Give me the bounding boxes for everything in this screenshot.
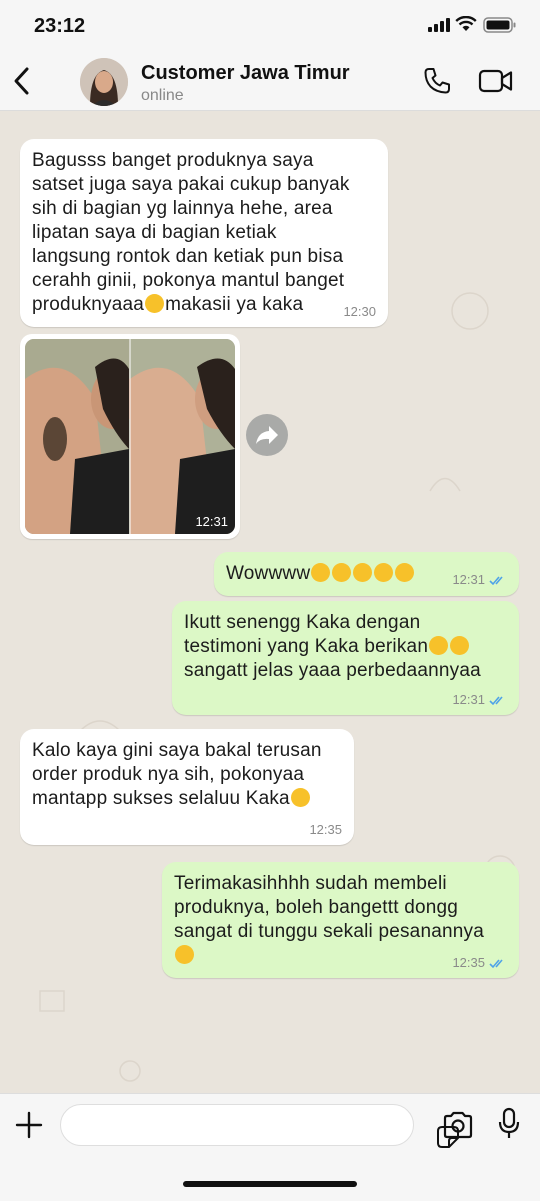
message-line: produknyaaa makasii ya kaka — [32, 293, 350, 317]
status-bar: 23:12 — [0, 0, 540, 52]
heart-eyes-emoji-icon — [429, 636, 449, 655]
message-bubble-incoming[interactable]: Kalo kaya gini saya bakal terusan order … — [20, 729, 354, 845]
signal-icon — [428, 18, 450, 32]
smiling-hearts-emoji-icon — [374, 563, 394, 582]
message-time: 12:31 — [452, 572, 485, 587]
message-input[interactable] — [60, 1104, 459, 1148]
contact-name[interactable]: Customer Jawa Timur — [141, 62, 350, 85]
wifi-icon — [455, 16, 477, 31]
message-line — [174, 944, 484, 968]
message-time: 12:30 — [343, 304, 376, 319]
image-time: 12:31 — [195, 514, 228, 529]
heart-eyes-emoji-icon — [290, 788, 310, 807]
chat-area[interactable]: Bagusss banget produknya saya satset jug… — [0, 111, 540, 1093]
heart-eyes-emoji-icon — [311, 563, 331, 582]
message-time: 12:35 — [452, 955, 485, 970]
message-line: testimoni yang Kaka berikan — [184, 635, 481, 659]
message-bubble-outgoing[interactable]: Wowwww 12:31 — [214, 552, 519, 596]
home-indicator[interactable] — [183, 1181, 357, 1187]
chevron-left-icon[interactable] — [10, 64, 34, 98]
chat-header: Customer Jawa Timur online — [0, 52, 540, 111]
message-segment: produknyaaa — [32, 294, 145, 315]
message-text: Wowwww — [226, 562, 415, 586]
heart-eyes-emoji-icon — [332, 563, 352, 582]
message-line: mantapp sukses selaluu Kaka — [32, 787, 322, 811]
message-text: Terimakasihhhh sudah membeli produknya, … — [174, 872, 484, 968]
forward-arrow-icon[interactable] — [246, 414, 288, 456]
message-line: Bagusss banget produknya saya — [32, 150, 314, 171]
message-line: produknya, boleh bangettt dongg — [174, 897, 459, 918]
message-line: langsung rontok dan ketiak pun bisa — [32, 246, 344, 267]
message-line: Ikutt senengg Kaka dengan — [184, 612, 421, 633]
photo-comparison-image — [25, 339, 235, 534]
message-time: 12:31 — [452, 692, 485, 707]
double-check-icon — [489, 576, 503, 586]
battery-icon — [483, 17, 516, 33]
kiss-emoji-icon — [450, 636, 470, 655]
plus-icon[interactable] — [14, 1110, 44, 1140]
kiss-emoji-icon — [395, 563, 415, 582]
video-camera-icon[interactable] — [478, 68, 514, 94]
message-segment: Wowwww — [226, 563, 311, 584]
heart-eyes-emoji-icon — [353, 563, 373, 582]
kiss-emoji-icon — [175, 945, 194, 964]
message-text: Kalo kaya gini saya bakal terusan order … — [32, 739, 322, 811]
double-check-icon — [489, 959, 503, 969]
message-status: 12:35 — [452, 955, 507, 970]
message-bubble-outgoing[interactable]: Terimakasihhhh sudah membeli produknya, … — [162, 862, 519, 978]
message-line: order produk nya sih, pokonyaa — [32, 764, 305, 785]
message-line: sangatt jelas yaaa perbedaannyaa — [184, 660, 481, 681]
status-time: 23:12 — [34, 15, 86, 37]
message-status: 12:31 — [452, 692, 507, 707]
double-check-icon — [489, 696, 503, 706]
message-segment: mantapp sukses selaluu Kaka — [32, 788, 290, 809]
message-image-incoming[interactable]: 12:31 — [20, 334, 240, 539]
message-line: sangat di tunggu sekali pesanannya — [174, 921, 484, 942]
phone-icon[interactable] — [422, 66, 452, 96]
message-line: Kalo kaya gini saya bakal terusan — [32, 740, 322, 761]
microphone-icon[interactable] — [497, 1107, 521, 1141]
message-bubble-incoming[interactable]: Bagusss banget produknya saya satset jug… — [20, 139, 388, 327]
message-line: satset juga saya pakai cukup banyak — [32, 174, 350, 195]
message-text: Ikutt senengg Kaka dengan testimoni yang… — [184, 611, 481, 683]
message-status: 12:31 — [452, 572, 507, 587]
message-text: Bagusss banget produknya saya satset jug… — [32, 149, 350, 317]
message-segment: testimoni yang Kaka berikan — [184, 636, 429, 657]
message-line: cerahh ginii, pokonya mantul banget — [32, 270, 345, 291]
avatar-image — [80, 58, 128, 106]
message-bubble-outgoing[interactable]: Ikutt senengg Kaka dengan testimoni yang… — [172, 601, 519, 715]
message-line: lipatan saya di bagian ketiak — [32, 222, 277, 243]
message-line: Terimakasihhhh sudah membeli — [174, 873, 447, 894]
message-segment: makasii ya kaka — [165, 294, 304, 315]
heart-eyes-emoji-icon — [145, 294, 165, 313]
message-time: 12:35 — [309, 822, 342, 837]
camera-icon[interactable] — [442, 1111, 474, 1139]
contact-status: online — [141, 87, 184, 104]
avatar[interactable] — [80, 58, 128, 106]
message-line: sih di bagian yg lainnya hehe, area — [32, 198, 333, 219]
